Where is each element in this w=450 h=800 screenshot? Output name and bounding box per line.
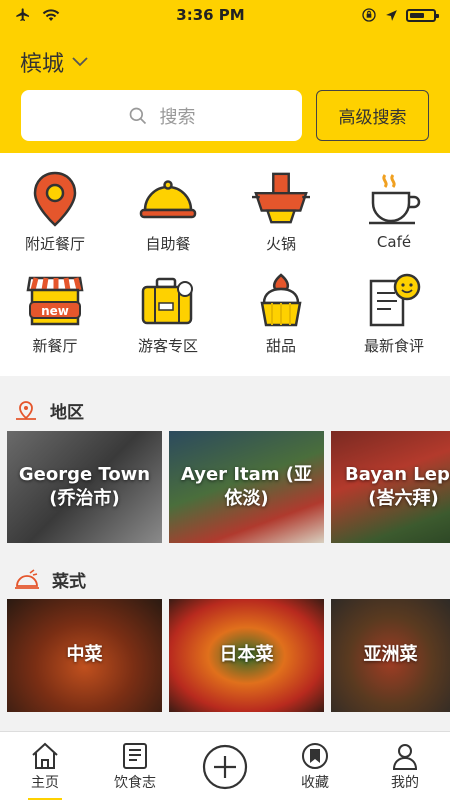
category-nearby[interactable]: 附近餐厅 [0, 171, 110, 261]
category-buffet[interactable]: 自助餐 [113, 171, 223, 261]
cloche-icon [139, 171, 197, 227]
category-label: 新餐厅 [32, 337, 78, 355]
cuisine-card-asian[interactable]: 亚洲菜 [331, 599, 450, 712]
magazine-icon [123, 742, 147, 769]
search-input[interactable]: 搜索 [21, 90, 302, 141]
tab-label: 主页 [31, 774, 59, 791]
region-section-header: 地区 [14, 398, 84, 423]
region-card-ayer-itam[interactable]: Ayer Itam (亚 依淡) [169, 431, 324, 543]
category-hotpot[interactable]: 火锅 [226, 171, 336, 261]
region-card-label: George Town (乔治市) [18, 463, 151, 509]
category-label: 火锅 [265, 235, 296, 253]
wifi-icon [42, 9, 60, 21]
region-section-title: 地区 [50, 403, 84, 423]
region-card-label: Ayer Itam (亚 依淡) [180, 463, 313, 509]
cuisine-card-label: 日本菜 [219, 644, 274, 666]
category-label: Café [376, 233, 412, 251]
advanced-search-button[interactable]: 高级搜索 [316, 90, 429, 141]
profile-icon [392, 743, 418, 770]
bookmark-icon [302, 742, 328, 769]
category-grid: 附近餐厅 自助餐 火锅 Café new 新餐厅 游客专区 甜品 最新食评 [0, 153, 450, 376]
cuisine-section-title: 菜式 [52, 572, 86, 592]
status-time: 3:36 PM [176, 6, 245, 24]
svg-text:new: new [41, 304, 69, 318]
cuisine-card-label: 中菜 [66, 644, 103, 666]
airplane-icon [16, 8, 29, 21]
category-cafe[interactable]: Café [339, 171, 449, 261]
location-arrow-icon [386, 9, 397, 21]
header: 槟城 搜索 高级搜索 [0, 30, 450, 153]
search-icon [129, 107, 146, 124]
tab-bar: 主页 饮食志 收藏 我的 [0, 731, 450, 800]
cuisine-card-label: 亚洲菜 [363, 644, 418, 666]
tab-add[interactable] [180, 732, 270, 800]
region-card-bayan-lepas[interactable]: Bayan Lepa(峇六拜) [331, 431, 450, 543]
category-label: 自助餐 [145, 235, 191, 253]
region-card-label: Bayan Lepa(峇六拜) [345, 463, 450, 509]
status-right [361, 7, 439, 23]
region-card-george-town[interactable]: George Town (乔治市) [7, 431, 162, 543]
review-icon [365, 273, 423, 329]
category-tourist[interactable]: 游客专区 [113, 273, 223, 363]
suitcase-icon [139, 273, 197, 329]
tab-profile[interactable]: 我的 [360, 732, 450, 800]
tab-favorites[interactable]: 收藏 [270, 732, 360, 800]
dessert-icon [252, 273, 310, 329]
plus-circle-icon [202, 744, 248, 789]
rotation-lock-icon [362, 8, 376, 22]
tab-magazine[interactable]: 饮食志 [90, 732, 180, 800]
coffee-cup-icon [365, 171, 423, 227]
cuisine-card-chinese[interactable]: 中菜 [7, 599, 162, 712]
new-store-icon: new [26, 273, 84, 329]
category-latest-reviews[interactable]: 最新食评 [339, 273, 449, 363]
tab-label: 我的 [391, 774, 419, 791]
tab-label: 饮食志 [114, 774, 156, 791]
cuisine-section-header: 菜式 [14, 567, 86, 592]
status-left [14, 7, 60, 23]
battery-icon [405, 8, 439, 22]
map-pin-icon [16, 400, 36, 420]
home-icon [32, 742, 58, 769]
category-new-restaurant[interactable]: new 新餐厅 [0, 273, 110, 363]
cuisine-card-japanese[interactable]: 日本菜 [169, 599, 324, 712]
category-label: 最新食评 [363, 337, 424, 355]
category-label: 附近餐厅 [24, 235, 85, 253]
chevron-down-icon [72, 57, 88, 67]
location-pin-icon [26, 171, 84, 227]
hotpot-icon [252, 171, 310, 227]
city-label: 槟城 [20, 52, 65, 77]
status-bar: 3:36 PM [0, 0, 450, 30]
category-label: 游客专区 [137, 337, 198, 355]
category-dessert[interactable]: 甜品 [226, 273, 336, 363]
search-placeholder: 搜索 [159, 106, 196, 128]
city-selector[interactable]: 槟城 [20, 46, 88, 78]
cloche-outline-icon [15, 568, 39, 589]
category-label: 甜品 [265, 337, 296, 355]
tab-label: 收藏 [301, 774, 329, 791]
tab-home[interactable]: 主页 [0, 732, 90, 800]
